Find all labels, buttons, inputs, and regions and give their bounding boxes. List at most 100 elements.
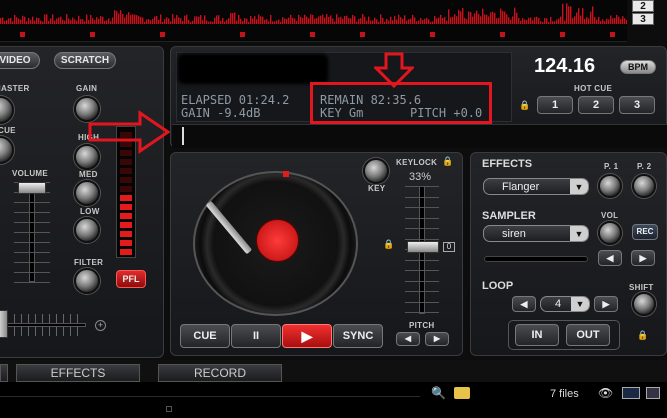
hot-cue-1-button[interactable]: 1 [537,96,573,114]
waveform-bar [206,20,208,24]
eq-med-knob[interactable] [74,180,100,206]
waveform-bar [364,16,366,24]
crossfader-handle[interactable] [0,310,8,338]
preview-eye-icon[interactable]: 👁 [598,386,613,400]
add-folder-icon[interactable] [454,387,470,399]
waveform-bar [610,15,612,24]
waveform-bar [238,14,240,24]
filter-knob[interactable] [74,268,100,294]
video-button[interactable]: VIDEO [0,52,40,69]
pitch-reset-icon[interactable]: 0 [443,242,455,252]
waveform-bar [508,17,510,24]
sync-button[interactable]: SYNC [333,324,383,348]
vu-segment [120,231,132,237]
loop-shorter-button[interactable]: ◀ [512,296,536,312]
vu-segment [120,249,132,255]
loop-longer-button[interactable]: ▶ [594,296,618,312]
loop-lock-icon[interactable]: 🔒 [637,330,648,341]
waveform-bar [450,17,452,24]
deck-tab-3[interactable]: 3 [632,13,654,25]
tab-record[interactable]: RECORD [158,364,282,382]
waveform-bar [622,16,624,24]
file-count: 7 files [550,388,579,400]
pfl-button[interactable]: PFL [116,270,146,288]
waveform-bar [624,18,626,24]
waveform-bar [184,15,186,24]
loop-shift-knob[interactable] [632,292,656,316]
waveform-bar [310,14,312,24]
deck-tab-2[interactable]: 2 [632,0,654,12]
hot-cue-3-button[interactable]: 3 [619,96,655,114]
sampler-vol-label: VOL [601,211,619,220]
volume-label: VOLUME [12,169,49,178]
waveform-bar [158,19,160,24]
effect-p2-knob[interactable] [632,174,656,198]
cue-button[interactable]: CUE [180,324,230,348]
view-mode-icon[interactable] [622,387,640,399]
waveform-graph[interactable] [0,0,627,42]
waveform-bar [170,21,172,24]
waveform-bar [306,16,308,24]
waveform-bar [296,21,298,24]
loop-out-button[interactable]: OUT [566,324,610,346]
loop-in-button[interactable]: IN [515,324,559,346]
keylock-value: 33% [409,171,432,183]
hot-cue-lock-icon[interactable]: 🔒 [519,100,530,111]
track-waveform[interactable] [0,0,627,42]
playhead-marker[interactable] [182,127,184,145]
track-position-bar[interactable] [172,124,667,148]
sampler-prev-button[interactable]: ◀ [598,250,622,266]
effect-p1-knob[interactable] [598,174,622,198]
effect-select[interactable]: Flanger ▼ [483,178,589,195]
tab-partial[interactable] [0,364,8,382]
pitch-up-button[interactable]: ▶ [425,332,449,346]
waveform-bar [354,16,356,24]
beat-marker [360,32,365,37]
pause-button[interactable]: II [231,324,281,348]
waveform-bar [590,11,592,24]
keylock-icon[interactable]: 🔒 [442,156,453,167]
waveform-bar [374,17,376,24]
key-knob-label: KEY [368,184,386,193]
beat-marker [430,32,435,37]
waveform-bar [190,21,192,24]
waveform-bar [442,17,444,24]
waveform-bar [174,18,176,24]
waveform-bar [242,21,244,24]
sampler-select[interactable]: siren ▼ [483,225,589,242]
waveform-bar [406,20,408,24]
sampler-next-button[interactable]: ▶ [631,250,655,266]
sideview-icon[interactable] [646,387,660,399]
tab-effects[interactable]: EFFECTS [16,364,140,382]
pitch-fader-handle[interactable] [407,241,439,253]
crossfader-track[interactable] [0,323,86,327]
waveform-bar [258,14,260,24]
volume-fader-handle[interactable] [18,182,46,194]
vu-segment [120,168,132,174]
browser-checkbox[interactable] [166,406,172,412]
waveform-bar [452,17,454,24]
beat-marker [90,32,95,37]
waveform-bar [192,20,194,24]
waveform-bar [382,17,384,24]
eq-low-knob[interactable] [74,217,100,243]
fader-tick [14,252,50,253]
search-icon[interactable]: 🔍 [431,386,446,400]
sampler-vol-knob[interactable] [598,221,622,245]
sampler-rec-button[interactable]: REC [632,224,658,240]
loop-length-select[interactable]: 4 ▼ [540,296,590,312]
scratch-button[interactable]: SCRATCH [54,52,116,69]
waveform-bar [292,17,294,24]
waveform-bar [466,19,468,24]
hot-cue-2-button[interactable]: 2 [578,96,614,114]
waveform-bar [298,14,300,24]
play-button[interactable]: ▶ [282,324,332,348]
crossfader-reset-icon[interactable]: + [95,320,106,331]
key-lock-icon[interactable]: 🔒 [383,239,394,250]
key-knob[interactable] [363,158,389,184]
waveform-bar [106,20,108,24]
chevron-down-icon: ▼ [571,297,589,311]
waveform-bar [72,17,74,24]
pitch-down-button[interactable]: ◀ [396,332,420,346]
bpm-button[interactable]: BPM [620,60,656,74]
